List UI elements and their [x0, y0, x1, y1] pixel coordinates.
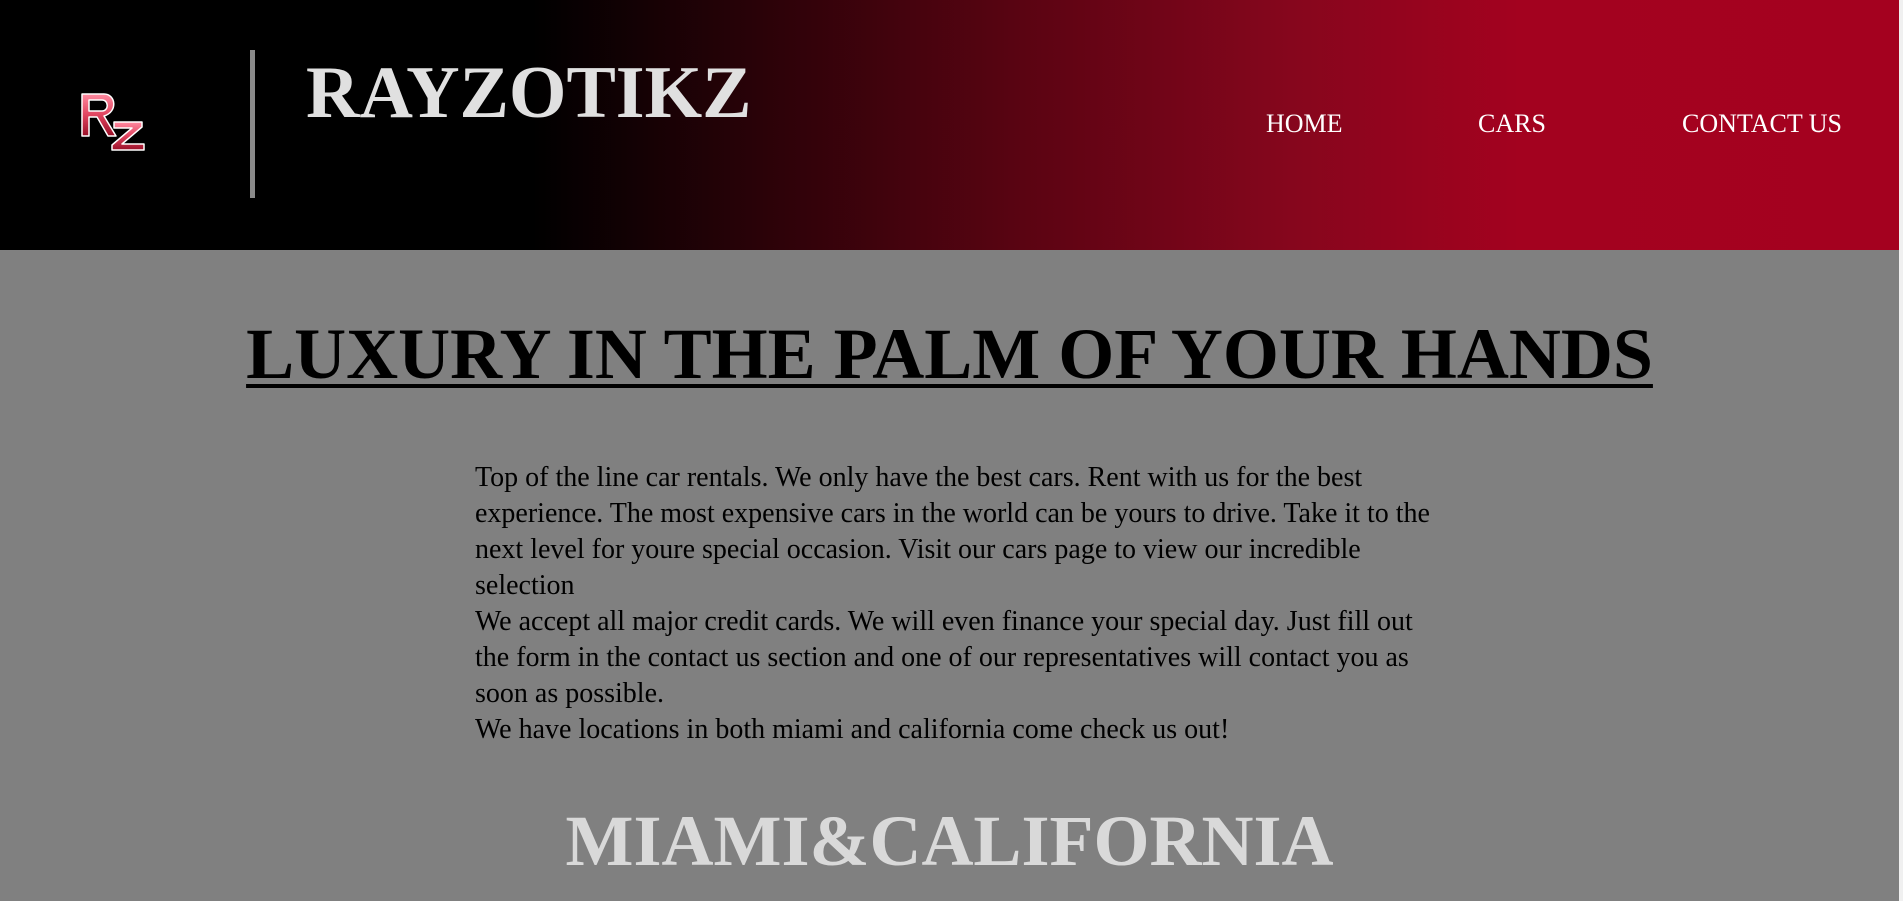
hero-title: LUXURY IN THE PALM OF YOUR HANDS — [246, 314, 1653, 394]
nav-cars-link[interactable]: CARS — [1478, 108, 1546, 140]
intro-paragraph-rentals: Top of the line car rentals. We only hav… — [475, 462, 1430, 601]
locations-heading: MIAMI&CALIFORNIA — [565, 801, 1334, 881]
header-divider — [250, 50, 255, 198]
nav-home-link[interactable]: HOME — [1266, 108, 1343, 140]
rz-logo-icon[interactable] — [78, 88, 154, 154]
nav-contact-us-link[interactable]: CONTACT US — [1682, 108, 1842, 140]
intro-text: Top of the line car rentals. We only hav… — [475, 460, 1435, 748]
page: RAYZOTIKZ HOME CARS CONTACT US LUXURY IN… — [0, 0, 1903, 901]
intro-paragraph-locations: We have locations in both miami and cali… — [475, 714, 1230, 745]
site-header: RAYZOTIKZ HOME CARS CONTACT US — [0, 0, 1899, 250]
scrollbar[interactable] — [1899, 0, 1903, 901]
intro-paragraph-finance: We accept all major credit cards. We wil… — [475, 606, 1413, 709]
brand-name: RAYZOTIKZ — [306, 52, 752, 134]
